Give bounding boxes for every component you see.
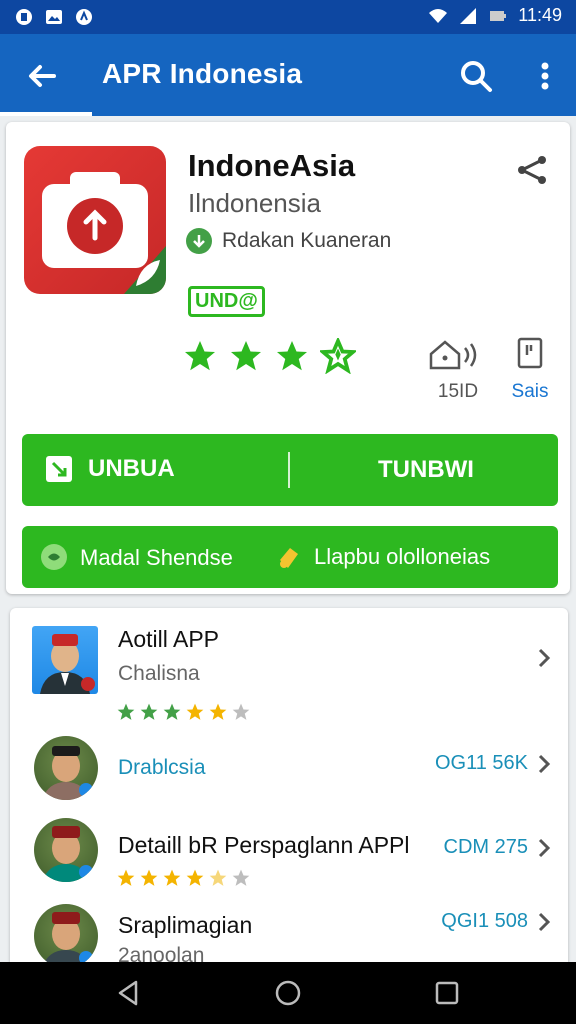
app-badge: UND@ — [188, 286, 265, 317]
star-icon — [140, 703, 158, 720]
star-icon — [277, 341, 307, 371]
install-icon — [46, 456, 72, 482]
star-icon — [209, 703, 227, 720]
chat-bubble-icon — [41, 544, 67, 570]
gift-icon — [280, 548, 298, 568]
star-icon — [117, 869, 135, 886]
share-app-label: Madal Shendse — [80, 545, 233, 570]
app-notification-icon — [76, 9, 92, 25]
list-item-subtitle: Drablcsia — [118, 756, 206, 779]
share-app-button[interactable]: Madal Shendse — [38, 542, 233, 574]
recents-icon[interactable] — [432, 978, 462, 1008]
status-bar: 11:49 — [0, 0, 576, 34]
download-icon — [186, 228, 212, 254]
list-item-title: Detaill bR Perspaglann APPl — [118, 832, 410, 858]
list-item-title: Aotill APP — [118, 626, 219, 652]
rating-stars — [182, 338, 356, 374]
star-empty-icon — [232, 869, 250, 886]
star-icon — [186, 869, 204, 886]
star-empty-icon — [232, 703, 250, 720]
app-name: IndoneAsia — [188, 148, 356, 183]
developer-row[interactable]: Rdakan Kuaneran — [186, 228, 391, 254]
app-subtitle: Ilndonensia — [188, 188, 321, 218]
chevron-right-icon[interactable] — [534, 836, 554, 860]
open-label[interactable]: TUNBWI — [378, 456, 474, 484]
back-arrow-icon[interactable] — [22, 56, 62, 96]
avatar — [34, 904, 98, 968]
save-stat[interactable]: Sais — [502, 336, 558, 403]
page-title: APR Indonesia — [102, 58, 303, 89]
app-icon — [24, 146, 166, 294]
list-item-subtitle: Chalisna — [118, 662, 200, 685]
list-item-price: OG11 56K — [434, 752, 528, 774]
wishlist-button[interactable]: Llapbu ololloneias — [274, 542, 490, 572]
list-item-rating — [116, 868, 251, 888]
list-item-title: Sraplimagian — [118, 912, 253, 938]
developer-name: Rdakan Kuaneran — [222, 229, 392, 252]
image-notification-icon — [46, 10, 62, 24]
tab-indicator — [0, 112, 92, 116]
star-half-icon — [209, 869, 227, 886]
list-item-price: CDM 275 — [443, 836, 528, 858]
clock: 11:49 — [518, 5, 562, 25]
star-icon — [140, 869, 158, 886]
battery-icon — [490, 10, 507, 21]
wishlist-label: Llapbu ololloneias — [314, 544, 491, 569]
chevron-right-icon[interactable] — [534, 752, 554, 776]
home-sound-icon — [429, 340, 477, 370]
star-icon — [231, 341, 261, 371]
share-icon[interactable] — [514, 152, 550, 188]
wifi-icon — [429, 8, 448, 23]
home-icon[interactable] — [273, 978, 303, 1008]
list-item-rating — [116, 702, 251, 722]
related-apps-list: Aotill APP Chalisna Drablcsia OG11 56K D… — [10, 608, 568, 968]
chevron-right-icon[interactable] — [534, 646, 554, 670]
star-icon — [117, 703, 135, 720]
star-icon — [186, 703, 204, 720]
back-nav-icon[interactable] — [114, 978, 144, 1008]
save-label: Sais — [511, 381, 549, 402]
star-icon — [163, 869, 181, 886]
avatar — [34, 818, 98, 882]
more-vert-icon[interactable] — [530, 56, 560, 96]
notification-icon — [16, 9, 32, 25]
star-icon — [163, 703, 181, 720]
signal-icon — [460, 7, 477, 24]
camera-icon — [42, 172, 166, 294]
button-divider — [288, 452, 290, 488]
list-item[interactable]: Detaill bR Perspaglann APPl CDM 275 — [10, 818, 568, 904]
app-bar: APR Indonesia — [0, 34, 576, 116]
list-item-price: QGI1 508 — [441, 910, 528, 932]
list-item[interactable]: Aotill APP Chalisna — [10, 608, 568, 732]
list-item[interactable]: Drablcsia OG11 56K — [10, 732, 568, 818]
install-label: UNBUA — [88, 455, 175, 482]
search-icon[interactable] — [456, 56, 496, 96]
downloads-value: 15ID — [437, 381, 479, 402]
star-outline-icon — [320, 338, 356, 374]
secondary-action-bar: Madal Shendse Llapbu ololloneias — [22, 526, 558, 588]
avatar — [34, 736, 98, 800]
system-nav-bar — [0, 962, 576, 1024]
save-icon — [517, 337, 543, 369]
downloads-stat: 15ID — [418, 336, 498, 403]
avatar — [32, 626, 98, 694]
chevron-right-icon[interactable] — [534, 910, 554, 934]
list-item[interactable]: Sraplimagian 2anoolan QGI1 508 — [10, 904, 568, 968]
app-detail-card: IndoneAsia Ilndonensia Rdakan Kuaneran U… — [6, 122, 570, 594]
star-icon — [185, 341, 215, 371]
install-button[interactable]: UNBUA TUNBWI — [22, 434, 558, 506]
